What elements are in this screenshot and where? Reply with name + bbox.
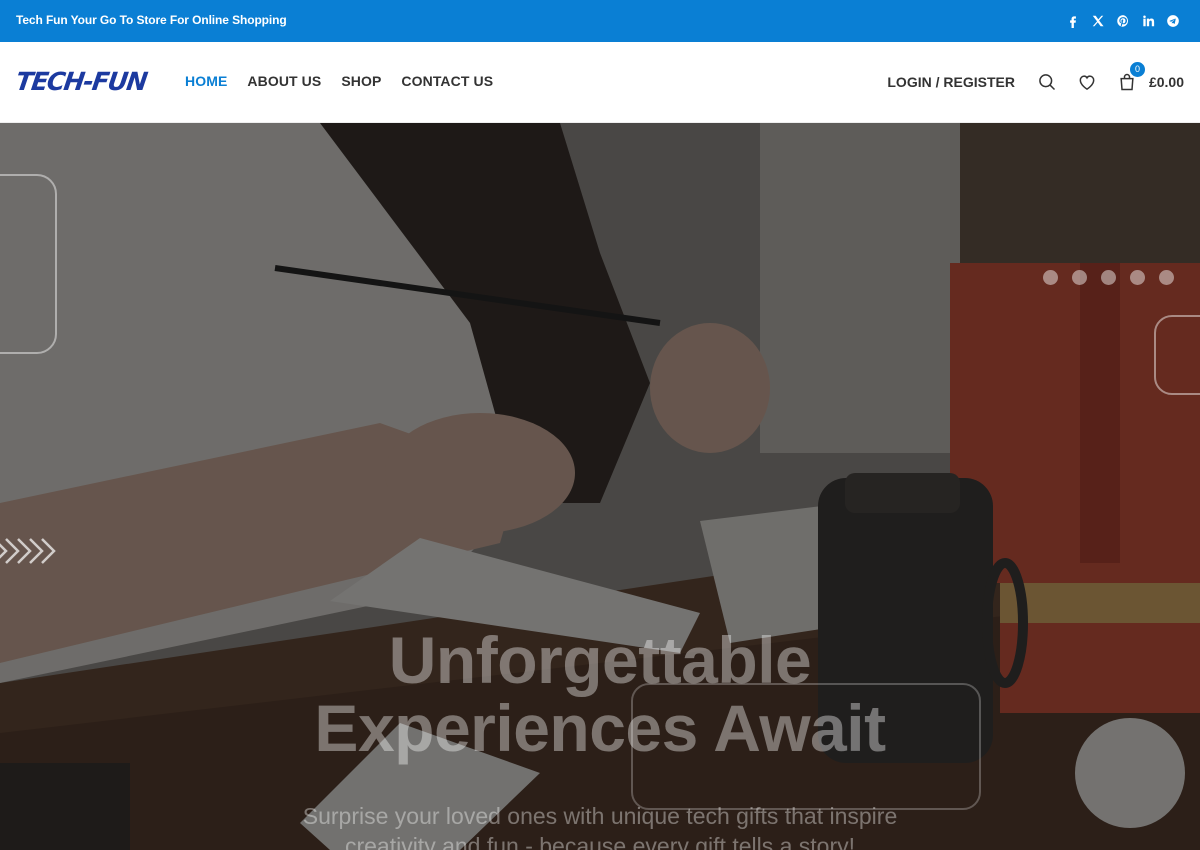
hero-subtitle: Surprise your loved ones with unique tec…	[0, 801, 1200, 850]
site-logo[interactable]: TECH-FUN	[13, 67, 149, 96]
nav-home[interactable]: HOME	[185, 73, 227, 89]
hero-title-line-1: Unforgettable	[388, 623, 812, 697]
hero-subtitle-line-2: creativity and fun - because every gift …	[344, 833, 856, 850]
decorative-frame-right	[1154, 315, 1200, 395]
linkedin-icon[interactable]	[1140, 11, 1155, 31]
hero-title-line-2: Experiences Await	[314, 691, 886, 765]
login-register-link[interactable]: LOGIN / REGISTER	[887, 74, 1015, 90]
slider-dot-3[interactable]	[1101, 270, 1116, 285]
nav-about-us[interactable]: ABOUT US	[247, 73, 321, 89]
slider-pagination	[1043, 270, 1174, 285]
slider-dot-1[interactable]	[1043, 270, 1058, 285]
cart-count-badge: 0	[1129, 62, 1145, 77]
nav-shop[interactable]: SHOP	[341, 73, 381, 89]
decorative-frame-left	[0, 174, 57, 354]
hero-subtitle-line-1: Surprise your loved ones with unique tec…	[302, 803, 898, 829]
wishlist-heart-icon[interactable]	[1075, 70, 1099, 94]
pinterest-icon[interactable]	[1115, 11, 1130, 31]
top-bar: Tech Fun Your Go To Store For Online Sho…	[0, 0, 1200, 42]
telegram-icon[interactable]	[1165, 11, 1180, 31]
facebook-icon[interactable]	[1065, 11, 1080, 31]
slider-dot-4[interactable]	[1130, 270, 1145, 285]
hero-slider: Unforgettable Experiences Await Surprise…	[0, 123, 1200, 850]
site-header: TECH-FUN HOME ABOUT US SHOP CONTACT US L…	[0, 42, 1200, 123]
nav-contact-us[interactable]: CONTACT US	[401, 73, 493, 89]
main-nav: HOME ABOUT US SHOP CONTACT US	[185, 73, 493, 89]
top-bar-tagline: Tech Fun Your Go To Store For Online Sho…	[16, 13, 287, 27]
cart-total[interactable]: £0.00	[1149, 74, 1184, 90]
x-icon[interactable]	[1090, 11, 1105, 31]
social-links	[1065, 11, 1180, 31]
search-icon[interactable]	[1035, 70, 1059, 94]
hero-title: Unforgettable Experiences Await	[0, 626, 1200, 762]
chevron-arrows-icon	[0, 535, 60, 567]
header-tools: LOGIN / REGISTER 0 £0.00	[887, 62, 1184, 94]
slider-dot-2[interactable]	[1072, 270, 1087, 285]
logo-text: TECH-FUN	[13, 67, 149, 96]
cart-bag-icon[interactable]: 0	[1115, 62, 1145, 94]
slider-dot-5[interactable]	[1159, 270, 1174, 285]
